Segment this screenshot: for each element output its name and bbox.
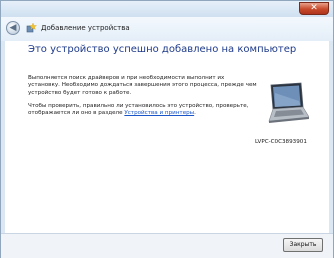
back-button[interactable]: ◀ xyxy=(6,21,20,35)
title-bar: ✕ xyxy=(1,1,333,17)
device-name-label: LVPC-C0C3893901 xyxy=(255,139,307,145)
footer: Закрыть xyxy=(1,233,333,258)
verify-text-suffix: . xyxy=(194,110,196,117)
window-close-button[interactable]: ✕ xyxy=(299,2,329,15)
laptop-icon xyxy=(268,82,309,123)
success-heading: Это устройство успешно добавлено на комп… xyxy=(28,44,297,55)
devices-printers-link[interactable]: Устройства и принтеры xyxy=(124,110,194,116)
main-content: Это устройство успешно добавлено на комп… xyxy=(5,41,329,233)
verify-info-text: Чтобы проверить, правильно ли установило… xyxy=(28,103,258,118)
device-added-window: ✕ ◀ Добавление устройства Это устройство… xyxy=(0,0,334,258)
close-button[interactable]: Закрыть xyxy=(283,238,323,252)
window-title: Добавление устройства xyxy=(41,24,130,32)
driver-info-text: Выполняется поиск драйверов и при необхо… xyxy=(28,75,257,96)
nav-bar: ◀ Добавление устройства xyxy=(1,17,333,41)
device-wizard-icon xyxy=(26,22,37,33)
